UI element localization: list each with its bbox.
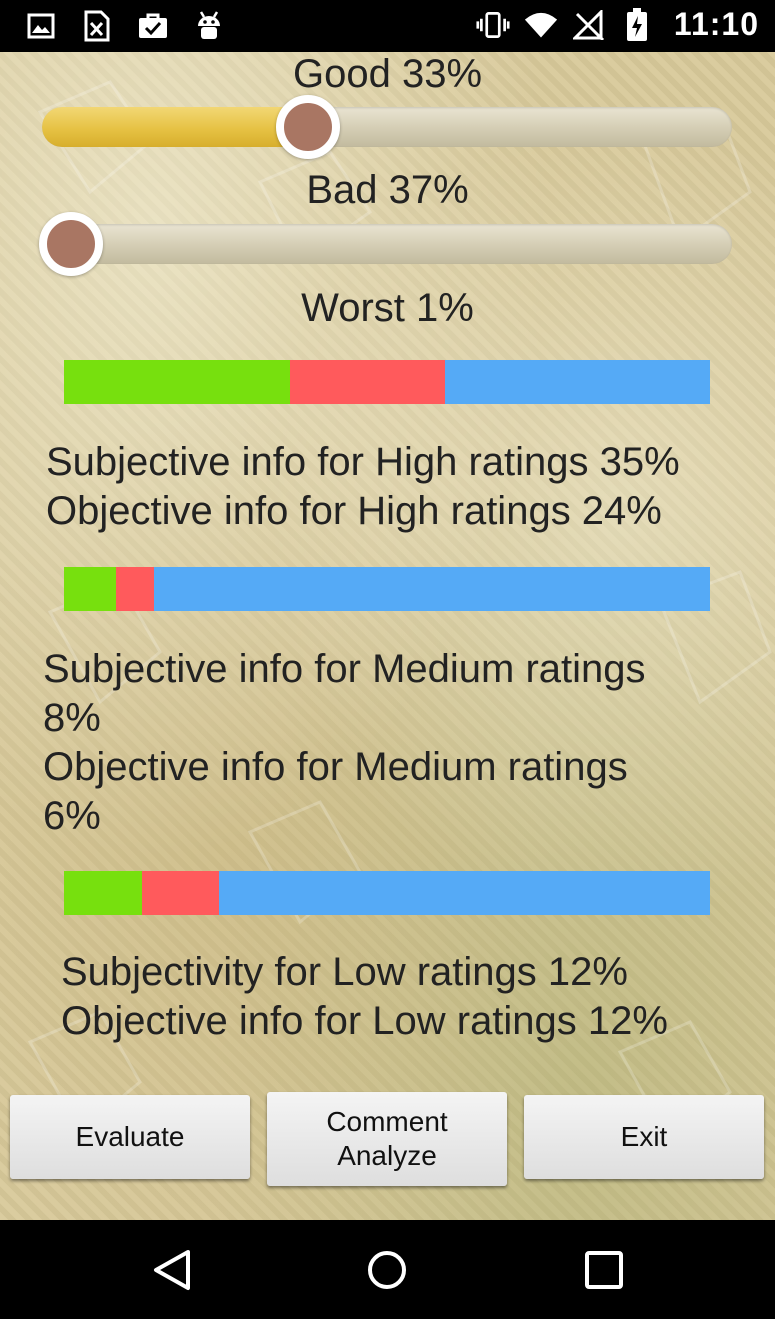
- good-slider[interactable]: [42, 107, 732, 147]
- low-remainder-segment: [219, 871, 710, 915]
- android-debug-icon: [192, 8, 226, 44]
- exit-button[interactable]: Exit: [524, 1095, 764, 1179]
- high-objective-segment: [290, 360, 446, 404]
- medium-objective-value: 6%: [43, 794, 101, 838]
- medium-ratings-bar: [64, 567, 710, 611]
- medium-subjective-segment: [64, 567, 116, 611]
- evaluate-button[interactable]: Evaluate: [10, 1095, 250, 1179]
- status-time: 11:10: [673, 6, 759, 42]
- comment-analyze-label-line2: Analyze: [337, 1140, 437, 1171]
- battery-icon: [620, 7, 654, 43]
- medium-remainder-segment: [154, 567, 710, 611]
- evaluate-button-label: Evaluate: [75, 1121, 185, 1152]
- low-objective-text: Objective info for Low ratings 12%: [61, 999, 668, 1043]
- excel-icon: [80, 8, 114, 44]
- bad-label: Bad 37%: [306, 168, 469, 212]
- home-icon[interactable]: [365, 1248, 409, 1297]
- worst-label: Worst 1%: [301, 286, 474, 330]
- high-objective-text: Objective info for High ratings 24%: [46, 489, 662, 533]
- navigation-bar: [0, 1220, 775, 1319]
- high-ratings-info: Subjective info for High ratings 35% Obj…: [46, 438, 680, 536]
- high-ratings-bar: [64, 360, 710, 404]
- low-subjective-segment: [64, 871, 142, 915]
- comment-analyze-label-line1: Comment: [326, 1106, 448, 1137]
- medium-objective-segment: [115, 567, 155, 611]
- briefcase-check-icon: [136, 8, 170, 44]
- image-icon: [24, 8, 58, 44]
- back-icon[interactable]: [150, 1248, 194, 1297]
- main-content: Good 33% Bad 37% Worst 1% Subjective inf…: [0, 52, 775, 1220]
- good-slider-fill: [42, 107, 308, 147]
- medium-subjective-text: Subjective info for Medium ratings: [43, 647, 646, 691]
- good-slider-thumb[interactable]: [276, 95, 340, 159]
- low-ratings-info: Subjectivity for Low ratings 12% Objecti…: [61, 948, 668, 1046]
- comment-analyze-button[interactable]: Comment Analyze: [267, 1092, 507, 1186]
- bad-slider-thumb[interactable]: [39, 212, 103, 276]
- low-subjective-text: Subjectivity for Low ratings 12%: [61, 950, 628, 994]
- good-label: Good 33%: [292, 52, 483, 96]
- low-objective-segment: [141, 871, 220, 915]
- no-signal-icon: [572, 7, 606, 43]
- vibrate-icon: [476, 7, 510, 43]
- high-subjective-text: Subjective info for High ratings 35%: [46, 440, 680, 484]
- high-subjective-segment: [64, 360, 291, 404]
- medium-ratings-info: Subjective info for Medium ratings 8% Ob…: [43, 645, 646, 841]
- medium-subjective-value: 8%: [43, 696, 101, 740]
- exit-button-label: Exit: [620, 1121, 668, 1152]
- medium-objective-text: Objective info for Medium ratings: [43, 745, 628, 789]
- bad-slider[interactable]: [42, 224, 732, 264]
- low-ratings-bar: [64, 871, 710, 915]
- wifi-icon: [524, 7, 558, 43]
- recents-icon[interactable]: [582, 1248, 626, 1297]
- high-remainder-segment: [445, 360, 710, 404]
- status-bar: 11:10: [0, 0, 775, 52]
